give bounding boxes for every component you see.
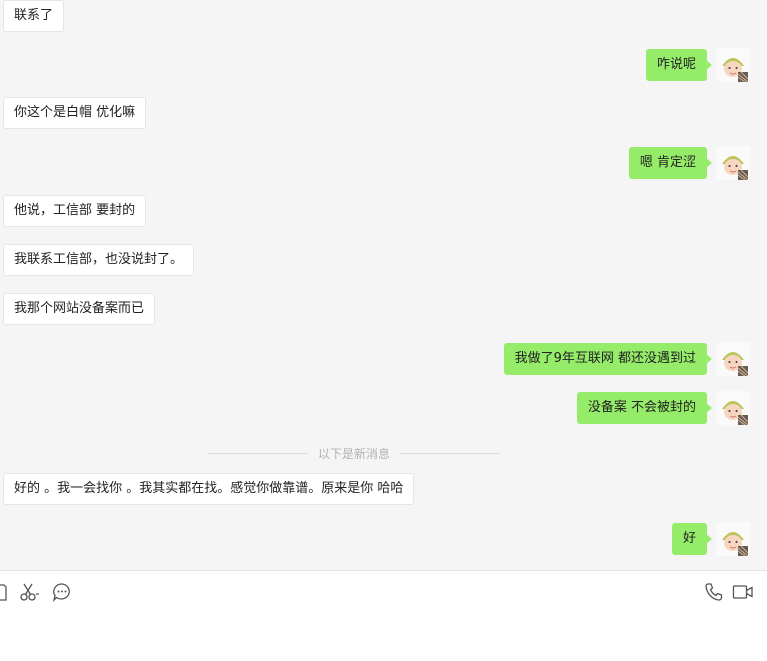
message-bubble[interactable]: 咋说呢 bbox=[645, 49, 713, 81]
file-icon[interactable] bbox=[0, 581, 14, 603]
video-call-icon[interactable] bbox=[732, 581, 754, 603]
message-received: 你这个是白帽 优化嘛 bbox=[3, 97, 147, 129]
message-sent: 嗯 肯定涩 bbox=[628, 146, 750, 180]
message-sent: 咋说呢 bbox=[645, 48, 750, 82]
divider-label: 以下是新消息 bbox=[318, 446, 391, 461]
scissors-icon[interactable] bbox=[19, 581, 41, 603]
message-bubble[interactable]: 好的 。我一会找你 。我其实都在找。感觉你做靠谱。原来是你 哈哈 bbox=[3, 473, 415, 505]
baby-avatar-icon bbox=[716, 48, 750, 82]
chat-history[interactable]: 联系了 咋说呢 你这个是白帽 优化嘛 嗯 肯定涩 他说，工信部 要封的 我联系工… bbox=[0, 0, 767, 570]
input-toolbar bbox=[0, 570, 767, 661]
message-bubble[interactable]: 你这个是白帽 优化嘛 bbox=[3, 97, 147, 129]
message-bubble[interactable]: 我那个网站没备案而已 bbox=[3, 293, 156, 325]
divider-line bbox=[400, 452, 501, 454]
baby-avatar-icon bbox=[716, 146, 750, 180]
message-bubble[interactable]: 我联系工信部，也没说封了。 bbox=[3, 244, 195, 276]
avatar[interactable] bbox=[716, 342, 750, 376]
divider-line bbox=[208, 452, 308, 454]
avatar[interactable] bbox=[716, 391, 750, 425]
message-bubble[interactable]: 好 bbox=[671, 523, 713, 555]
message-bubble[interactable]: 他说，工信部 要封的 bbox=[3, 195, 147, 227]
avatar[interactable] bbox=[716, 522, 750, 556]
avatar[interactable] bbox=[716, 146, 750, 180]
avatar[interactable] bbox=[716, 48, 750, 82]
message-sent: 没备案 不会被封的 bbox=[576, 391, 750, 425]
message-received: 我那个网站没备案而已 bbox=[3, 293, 156, 325]
message-received: 联系了 bbox=[3, 0, 65, 32]
message-bubble[interactable]: 嗯 肯定涩 bbox=[628, 147, 713, 179]
phone-icon[interactable] bbox=[703, 581, 725, 603]
message-bubble[interactable]: 没备案 不会被封的 bbox=[576, 392, 713, 424]
message-received: 他说，工信部 要封的 bbox=[3, 195, 147, 227]
baby-avatar-icon bbox=[716, 391, 750, 425]
message-bubble[interactable]: 联系了 bbox=[3, 0, 65, 32]
message-sent: 我做了9年互联网 都还没遇到过 bbox=[503, 342, 750, 376]
chat-bubble-icon[interactable] bbox=[51, 581, 73, 603]
baby-avatar-icon bbox=[716, 522, 750, 556]
message-received: 好的 。我一会找你 。我其实都在找。感觉你做靠谱。原来是你 哈哈 bbox=[3, 473, 415, 505]
message-received: 我联系工信部，也没说封了。 bbox=[3, 244, 195, 276]
message-bubble[interactable]: 我做了9年互联网 都还没遇到过 bbox=[503, 343, 713, 375]
message-sent: 好 bbox=[671, 522, 750, 556]
new-messages-divider: 以下是新消息 bbox=[208, 445, 501, 461]
baby-avatar-icon bbox=[716, 342, 750, 376]
